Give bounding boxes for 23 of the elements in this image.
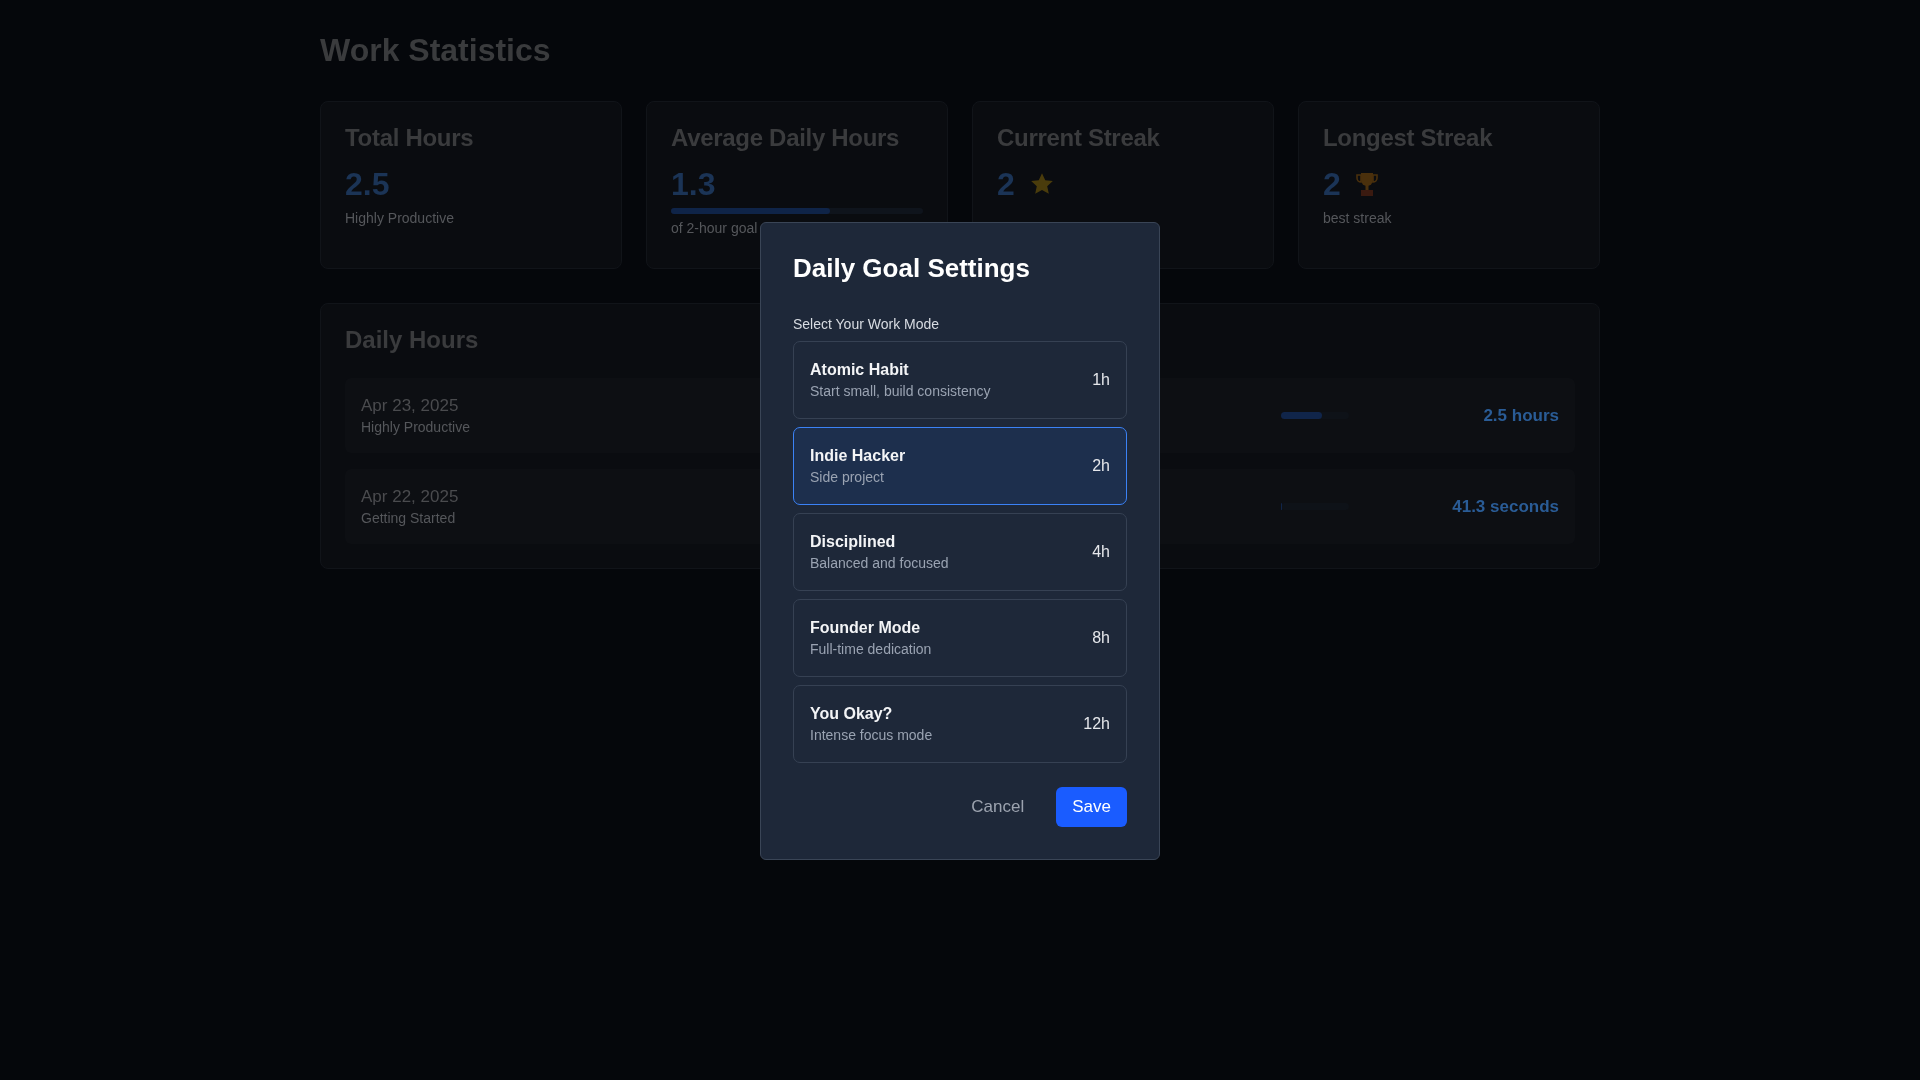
date-text: Apr 22, 2025 — [361, 487, 459, 507]
work-mode-option[interactable]: Founder Mode Full-time dedication 8h — [793, 599, 1127, 677]
work-mode-option[interactable]: Indie Hacker Side project 2h — [793, 427, 1127, 505]
day-caption: Highly Productive — [361, 419, 470, 435]
hours-amount: 2.5 hours — [1482, 405, 1559, 426]
date-text: Apr 23, 2025 — [361, 396, 459, 416]
work-mode-option[interactable]: Disciplined Balanced and focused 4h — [793, 513, 1127, 591]
stat-value: 2 — [1323, 165, 1341, 203]
save-button[interactable]: Save — [1056, 787, 1127, 827]
field-label: Select Your Work Mode — [793, 316, 941, 332]
day-caption: Getting Started — [361, 510, 456, 526]
card-caption: best streak — [1323, 210, 1392, 226]
work-mode-option[interactable]: You Okay? Intense focus mode 12h — [793, 685, 1127, 763]
stat-value: 2 — [997, 165, 1015, 203]
dialog-title: Daily Goal Settings — [793, 253, 1031, 284]
work-mode-option[interactable]: Atomic Habit Start small, build consistency 1h — [793, 341, 1127, 419]
stat-value: 2.5 — [345, 165, 390, 203]
hours-amount: 41.3 seconds — [1451, 496, 1559, 517]
card-caption: of 2-hour goal — [671, 220, 758, 236]
stat-value: 1.3 — [671, 165, 716, 203]
cancel-button[interactable]: Cancel — [955, 787, 1041, 827]
card-caption: Highly Productive — [345, 210, 454, 226]
trophy-icon — [1354, 171, 1379, 197]
